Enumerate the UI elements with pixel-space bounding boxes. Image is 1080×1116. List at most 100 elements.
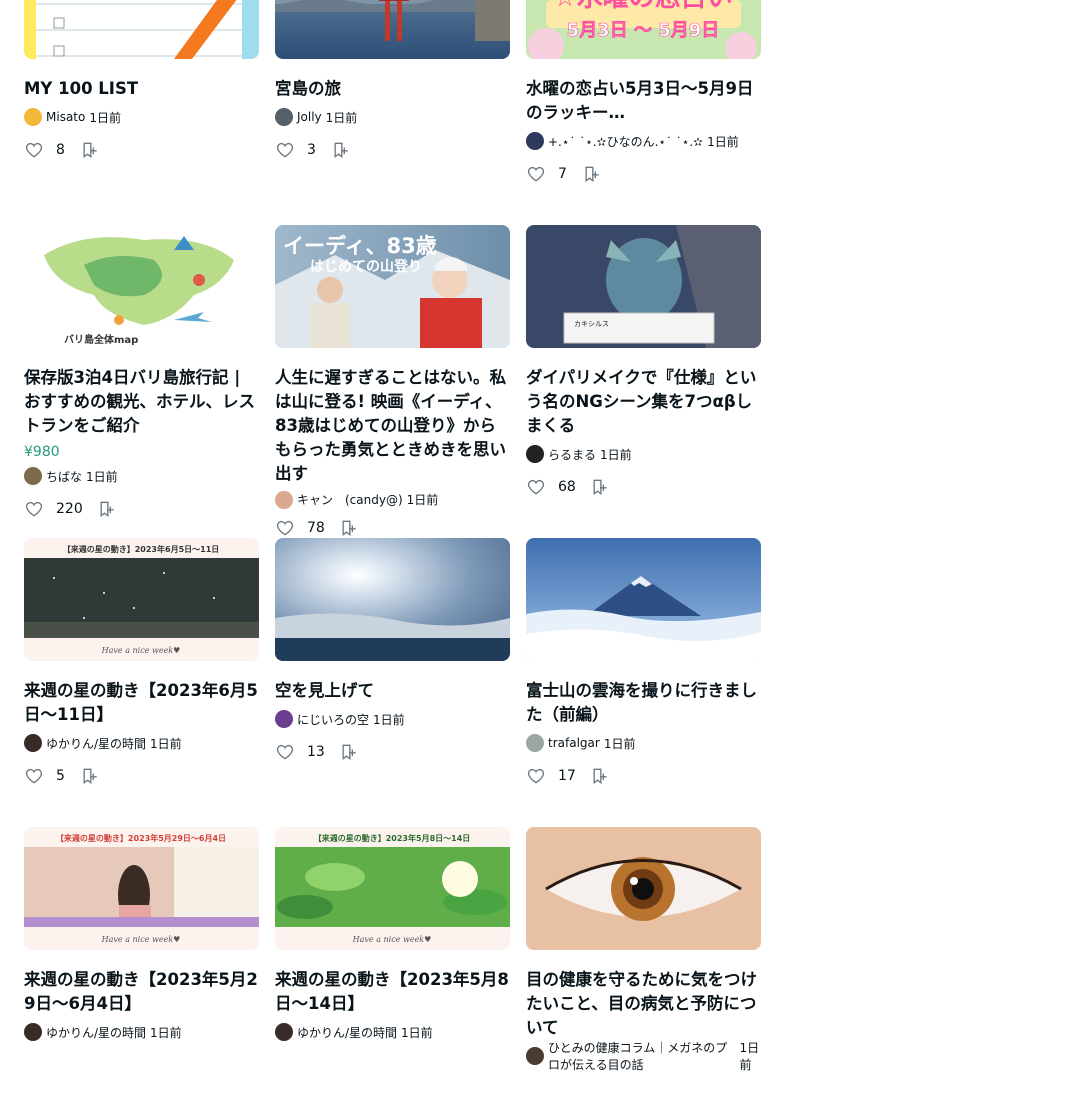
banner-week-text: Have a nice week♥ (101, 646, 181, 655)
save-to-magazine-button[interactable] (590, 766, 610, 786)
card-title[interactable]: ダイパリメイクで『仕様』という名のNGシーン集を7つαβしまくる (526, 366, 761, 438)
card-title[interactable]: 水曜の恋占い5月3日〜5月9日のラッキー… (526, 77, 761, 125)
article-card[interactable]: 【来週の星の動き】2023年6月5日〜11日 Have a nice week♥… (24, 538, 259, 827)
author-avatar (24, 734, 42, 752)
save-to-magazine-button[interactable] (590, 477, 610, 497)
heart-icon (25, 501, 43, 517)
save-to-magazine-button[interactable] (331, 140, 351, 160)
article-card[interactable]: 【来週の星の動き】2023年5月8日〜14日 Have a nice week♥… (275, 827, 510, 1116)
heart-icon (527, 479, 545, 495)
card-thumbnail[interactable]: イーディ、83歳 はじめての山登り (275, 225, 510, 348)
card-author[interactable]: trafalgar 1日前 (526, 731, 761, 755)
card-title[interactable]: 来週の星の動き【2023年5月8日〜14日】 (275, 968, 510, 1016)
card-title[interactable]: 保存版3泊4日バリ島旅行記 | おすすめの観光、ホテル、レストランをご紹介 (24, 366, 259, 438)
card-author[interactable]: ひとみの健康コラム｜メガネのプロが伝える目の話 1日前 (526, 1041, 761, 1072)
card-author[interactable]: Misato 1日前 (24, 105, 259, 129)
save-to-magazine-button[interactable] (80, 766, 100, 786)
like-button[interactable]: 3 (275, 140, 317, 160)
card-title[interactable]: MY 100 LIST (24, 77, 259, 101)
post-time: 1日前 (150, 736, 182, 751)
save-to-magazine-button[interactable] (339, 742, 359, 762)
like-count: 13 (307, 744, 325, 760)
card-thumbnail[interactable]: 【来週の星の動き】2023年6月5日〜11日 Have a nice week♥ (24, 538, 259, 661)
card-thumbnail[interactable] (526, 538, 761, 661)
save-to-magazine-button[interactable] (97, 499, 117, 519)
banner-week-text: Have a nice week♥ (101, 935, 181, 944)
author-name[interactable]: ゆかりん/星の時間 (297, 1024, 397, 1041)
post-time: 1日前 (86, 469, 118, 484)
article-card[interactable]: MY 100 LIST Misato 1日前 8 (24, 0, 259, 225)
like-button[interactable]: 7 (526, 164, 568, 184)
post-time: 1日前 (739, 1041, 760, 1072)
card-title[interactable]: 来週の星の動き【2023年5月29日〜6月4日】 (24, 968, 259, 1016)
card-author[interactable]: +.⋆˙ ˙⋆.✫ひなのん.⋆˙ ˙⋆.✫ 1日前 (526, 129, 761, 153)
like-button[interactable]: 68 (526, 477, 576, 497)
article-card[interactable]: 【来週の星の動き】2023年5月29日〜6月4日 Have a nice wee… (24, 827, 259, 1116)
post-time: 1日前 (325, 110, 358, 125)
heart-icon (527, 768, 545, 784)
article-card[interactable]: 富士山の雲海を撮りに行きました（前編） trafalgar 1日前 17 (526, 538, 761, 827)
author-name[interactable]: にじいろの空 (297, 711, 369, 728)
save-to-magazine-button[interactable] (80, 140, 100, 160)
save-to-magazine-button[interactable] (582, 164, 602, 184)
card-title[interactable]: 来週の星の動き【2023年6月5日〜11日】 (24, 679, 259, 727)
like-button[interactable]: 5 (24, 766, 66, 786)
card-title[interactable]: 人生に遅すぎることはない。私は山に登る! 映画《イーディ、83歳はじめての山登り… (275, 366, 510, 486)
heart-icon (276, 744, 294, 760)
author-name[interactable]: ゆかりん/星の時間 (46, 1024, 146, 1041)
post-time: 1日前 (600, 447, 632, 462)
like-count: 3 (307, 142, 316, 158)
author-name[interactable]: Misato (46, 110, 85, 124)
author-name[interactable]: ゆかりん/星の時間 (46, 735, 146, 752)
like-count: 68 (558, 479, 576, 495)
card-author[interactable]: キャン (candy@) 1日前 (275, 490, 510, 509)
heart-icon (276, 520, 294, 536)
card-thumbnail[interactable]: ☆水曜の恋占い 5月3日 〜 5月9日 (526, 0, 761, 59)
card-title[interactable]: 空を見上げて (275, 679, 510, 703)
movie-poster: イーディ、83歳 はじめての山登り (275, 225, 510, 348)
author-name[interactable]: キャン (candy@) (297, 491, 403, 508)
card-thumbnail[interactable] (526, 827, 761, 950)
magazine-add-icon (342, 520, 356, 536)
author-name[interactable]: +.⋆˙ ˙⋆.✫ひなのん.⋆˙ ˙⋆.✫ (548, 133, 703, 150)
article-card[interactable]: 宮島の旅 Jolly 1日前 3 (275, 0, 510, 225)
card-author[interactable]: にじいろの空 1日前 (275, 707, 510, 731)
card-actions: 13 (275, 740, 510, 764)
card-title[interactable]: 富士山の雲海を撮りに行きました（前編） (526, 679, 761, 727)
banner-title-text: 【来週の星の動き】2023年5月29日〜6月4日 (56, 833, 226, 843)
like-button[interactable]: 17 (526, 766, 576, 786)
card-thumbnail[interactable]: 【来週の星の動き】2023年5月8日〜14日 Have a nice week♥ (275, 827, 510, 950)
card-author[interactable]: ちばな 1日前 (24, 464, 259, 488)
article-card[interactable]: バリ島全体map 保存版3泊4日バリ島旅行記 | おすすめの観光、ホテル、レスト… (24, 225, 259, 538)
card-title[interactable]: 目の健康を守るために気をつけたいこと、目の病気と予防について (526, 968, 761, 1040)
card-thumbnail[interactable]: 【来週の星の動き】2023年5月29日〜6月4日 Have a nice wee… (24, 827, 259, 950)
green-leaves-banner: 【来週の星の動き】2023年5月8日〜14日 Have a nice week♥ (275, 827, 510, 950)
card-thumbnail[interactable] (275, 538, 510, 661)
author-name[interactable]: trafalgar (548, 736, 600, 750)
save-to-magazine-button[interactable] (339, 518, 359, 538)
article-card[interactable]: イーディ、83歳 はじめての山登り 人生に遅すぎることはない。私は山に登る! 映… (275, 225, 510, 538)
card-thumbnail[interactable] (275, 0, 510, 59)
card-author[interactable]: らるまる 1日前 (526, 442, 761, 466)
article-card[interactable]: ☆水曜の恋占い 5月3日 〜 5月9日 水曜の恋占い5月3日〜5月9日のラッキー… (526, 0, 761, 225)
author-name[interactable]: ひとみの健康コラム｜メガネのプロが伝える目の話 (548, 1039, 735, 1073)
article-card[interactable]: カキシルス ダイパリメイクで『仕様』という名のNGシーン集を7つαβしまくる ら… (526, 225, 761, 538)
article-card[interactable]: 目の健康を守るために気をつけたいこと、目の病気と予防について ひとみの健康コラム… (526, 827, 761, 1116)
card-thumbnail[interactable]: カキシルス (526, 225, 761, 348)
card-thumbnail[interactable] (24, 0, 259, 59)
card-thumbnail[interactable]: バリ島全体map (24, 225, 259, 348)
author-name[interactable]: らるまる (548, 446, 596, 463)
card-author[interactable]: ゆかりん/星の時間 1日前 (24, 731, 259, 755)
card-title[interactable]: 宮島の旅 (275, 77, 510, 101)
like-button[interactable]: 13 (275, 742, 325, 762)
like-button[interactable]: 220 (24, 499, 83, 519)
like-button[interactable]: 78 (275, 518, 325, 538)
author-name[interactable]: Jolly (297, 110, 322, 124)
article-card[interactable]: 空を見上げて にじいろの空 1日前 13 (275, 538, 510, 827)
card-actions: 220 (24, 497, 259, 521)
card-author[interactable]: Jolly 1日前 (275, 105, 510, 129)
like-button[interactable]: 8 (24, 140, 66, 160)
magazine-add-icon (83, 142, 97, 158)
heart-icon (276, 142, 294, 158)
author-name[interactable]: ちばな (46, 468, 82, 485)
